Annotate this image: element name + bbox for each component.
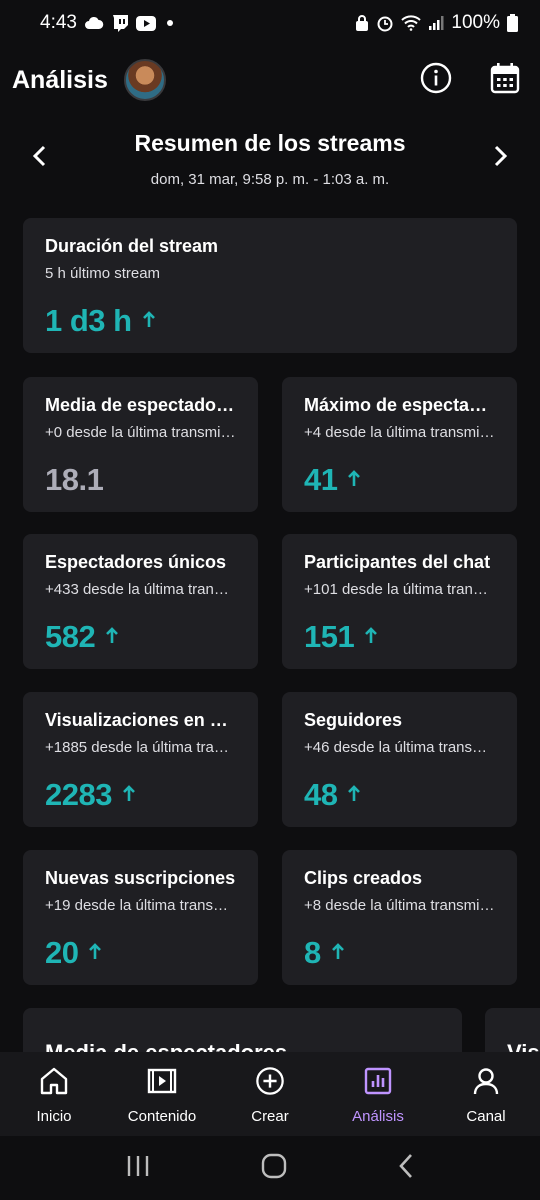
card-value: 18.1 — [45, 462, 104, 497]
summary-title: Resumen de los streams — [134, 130, 406, 156]
clips-card[interactable]: Clips creados +8 desde la última transmi… — [282, 850, 517, 985]
stream-duration-card[interactable]: Duración del stream 5 h último stream 1 … — [23, 218, 517, 353]
card-value: 20 — [45, 935, 79, 970]
trend-up-icon — [105, 626, 119, 649]
card-subtitle: +19 desde la última transmisión — [45, 897, 236, 914]
page-title: Análisis — [12, 65, 108, 94]
notification-dot-icon — [166, 20, 173, 26]
card-subtitle: +46 desde la última transmisión — [304, 739, 495, 756]
avatar[interactable] — [123, 59, 166, 101]
card-subtitle: 5 h último stream — [45, 265, 161, 282]
trend-up-icon — [331, 942, 345, 965]
card-value: 41 — [304, 462, 338, 497]
trend-up-icon — [347, 469, 361, 492]
chatters-card[interactable]: Participantes del chat +101 desde la últ… — [282, 534, 517, 669]
nav-item-channel[interactable]: Canal — [432, 1052, 540, 1136]
home-icon — [39, 1066, 69, 1100]
app-header: Análisis — [0, 52, 540, 108]
card-value: 8 — [304, 935, 321, 970]
avg-viewers-card[interactable]: Media de espectadores +0 desde la última… — [23, 377, 258, 512]
card-value: 2283 — [45, 777, 112, 812]
nav-label: Análisis — [352, 1108, 404, 1125]
nav-label: Inicio — [36, 1108, 72, 1125]
stream-summary-nav: Resumen de los streams dom, 31 mar, 9:58… — [0, 126, 540, 196]
card-value: 48 — [304, 777, 338, 812]
card-subtitle: +4 desde la última transmisión — [304, 424, 495, 441]
card-title: Clips creados — [304, 868, 423, 888]
system-nav-bar — [0, 1136, 540, 1200]
followers-card[interactable]: Seguidores +46 desde la última transmisi… — [282, 692, 517, 827]
trend-up-icon — [142, 310, 156, 333]
trend-up-icon — [88, 942, 102, 965]
new-subs-card[interactable]: Nuevas suscripciones +19 desde la última… — [23, 850, 258, 985]
plus-circle-icon — [254, 1066, 286, 1100]
next-stream-button[interactable] — [486, 142, 514, 170]
battery-icon — [507, 14, 518, 32]
back-icon[interactable] — [398, 1153, 414, 1184]
card-title: Participantes del chat — [304, 552, 491, 572]
summary-date-range: dom, 31 mar, 9:58 p. m. - 1:03 a. m. — [150, 171, 390, 188]
unique-viewers-card[interactable]: Espectadores únicos +433 desde la última… — [23, 534, 258, 669]
user-icon — [471, 1066, 501, 1100]
nav-label: Contenido — [127, 1108, 197, 1125]
trend-up-icon — [347, 784, 361, 807]
card-title: Visualizaciones en directo — [45, 710, 236, 730]
status-bar: 4:43 100% — [0, 0, 540, 46]
trend-up-icon — [364, 626, 378, 649]
alarm-icon — [376, 14, 394, 32]
signal-icon — [428, 15, 444, 31]
nav-item-analytics[interactable]: Análisis — [324, 1052, 432, 1136]
home-button-icon[interactable] — [261, 1153, 287, 1184]
twitch-icon — [111, 14, 129, 32]
card-value: 582 — [45, 619, 96, 654]
nav-label: Canal — [466, 1108, 506, 1125]
card-value: 151 — [304, 619, 355, 654]
nav-item-content[interactable]: Contenido — [108, 1052, 216, 1136]
lock-icon — [355, 14, 369, 32]
youtube-icon — [135, 15, 156, 31]
wifi-icon — [401, 15, 422, 31]
card-subtitle: +0 desde la última transmisión — [45, 424, 236, 441]
bottom-nav: Inicio Contenido Crear Análisis Canal — [0, 1052, 540, 1136]
card-title: Media de espectadores — [45, 395, 236, 415]
nav-item-home[interactable]: Inicio — [0, 1052, 108, 1136]
card-title: Duración del stream — [45, 236, 219, 256]
card-subtitle: +433 desde la última transmisión — [45, 581, 236, 598]
nav-label: Crear — [251, 1108, 289, 1125]
status-time: 4:43 — [40, 12, 77, 33]
info-icon[interactable] — [420, 62, 452, 99]
video-content-icon — [146, 1066, 178, 1100]
card-subtitle: +1885 desde la última transmisión — [45, 739, 236, 756]
card-title: Nuevas suscripciones — [45, 868, 236, 888]
analytics-chart-icon — [363, 1066, 393, 1100]
trend-up-icon — [122, 784, 136, 807]
recent-apps-icon[interactable] — [126, 1155, 150, 1182]
card-subtitle: +101 desde la última transmisión — [304, 581, 495, 598]
cloud-icon — [84, 16, 104, 30]
card-title: Máximo de espectadores — [304, 395, 495, 415]
battery-level: 100% — [451, 12, 500, 33]
card-subtitle: +8 desde la última transmisión — [304, 897, 495, 914]
nav-item-create[interactable]: Crear — [216, 1052, 324, 1136]
card-title: Espectadores únicos — [45, 552, 227, 572]
live-views-card[interactable]: Visualizaciones en directo +1885 desde l… — [23, 692, 258, 827]
max-viewers-card[interactable]: Máximo de espectadores +4 desde la últim… — [282, 377, 517, 512]
card-value: 1 d3 h — [45, 303, 132, 338]
card-title: Seguidores — [304, 710, 403, 730]
calendar-icon[interactable] — [490, 62, 520, 99]
